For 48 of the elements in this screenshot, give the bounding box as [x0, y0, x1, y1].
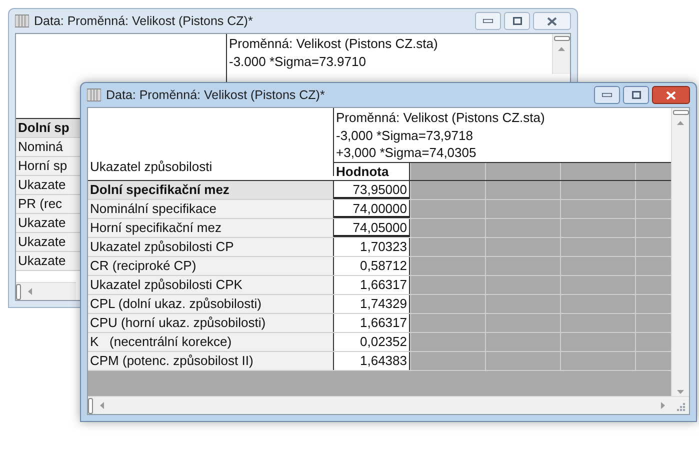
- scrollbar-thumb[interactable]: [88, 398, 93, 414]
- column-header: Hodnota: [334, 162, 410, 180]
- row-label: Ukazatel způsobilosti CP: [88, 238, 334, 256]
- row-label: CR (reciproké CP): [88, 256, 334, 274]
- row-label: Ukazatel způsobilosti CPK: [88, 276, 334, 294]
- horizontal-scrollbar[interactable]: [88, 396, 689, 414]
- resize-grip-icon[interactable]: [675, 400, 685, 410]
- spreadsheet-icon: [15, 14, 29, 28]
- window-title: Data: Proměnná: Velikost (Pistons CZ)*: [34, 12, 253, 30]
- row-label: Horní specifikační mez: [88, 218, 334, 236]
- scroll-left-icon[interactable]: [100, 402, 104, 409]
- maximize-icon: [512, 17, 522, 25]
- scroll-right-icon[interactable]: [661, 402, 665, 409]
- row-label: CPM (potenc. způsobilost II): [88, 352, 334, 370]
- minimize-button[interactable]: [475, 12, 501, 30]
- value-cell: 74,05000: [334, 218, 410, 236]
- minimize-button[interactable]: [594, 86, 620, 104]
- scrollbar-thumb[interactable]: [16, 284, 21, 300]
- minimize-icon: [483, 19, 493, 23]
- close-button[interactable]: [533, 12, 571, 30]
- close-icon: [666, 90, 676, 100]
- close-icon: [547, 16, 557, 26]
- spreadsheet-icon: [87, 88, 101, 102]
- scrollbar-thumb[interactable]: [554, 36, 570, 41]
- scroll-down-icon[interactable]: [677, 390, 684, 394]
- scroll-up-icon[interactable]: [558, 47, 565, 51]
- row-label: Nominální specifikace: [88, 200, 334, 218]
- scroll-left-icon[interactable]: [28, 288, 32, 295]
- row-label: CPU (horní ukaz. způsobilosti): [88, 314, 334, 332]
- vertical-scrollbar[interactable]: [671, 108, 689, 396]
- maximize-button[interactable]: [504, 12, 530, 30]
- close-button[interactable]: [652, 86, 690, 104]
- maximize-icon: [632, 91, 640, 99]
- scrollbar-thumb[interactable]: [672, 110, 688, 115]
- table-caption: Proměnná: Velikost (Pistons CZ.sta) -3.000 *Sigma=73.9710: [228, 35, 439, 70]
- row-label: CPL (dolní ukaz. způsobilosti): [88, 294, 334, 312]
- value-cell: 73,95000: [334, 180, 410, 198]
- column-header: Ukazatel způsobilosti: [89, 158, 214, 176]
- table-caption: Proměnná: Velikost (Pistons CZ.sta) -3,000 *Sigma=73,9718 +3,000 *Sigma=74,0305: [335, 109, 546, 162]
- row-label: K (necentrální korekce): [88, 332, 334, 350]
- maximize-button[interactable]: [623, 86, 649, 104]
- scroll-up-icon[interactable]: [677, 121, 684, 125]
- value-cell: 74,00000: [334, 200, 410, 218]
- window-title: Data: Proměnná: Velikost (Pistons CZ)*: [106, 86, 325, 104]
- vertical-scrollbar[interactable]: [552, 34, 570, 74]
- minimize-icon: [602, 93, 612, 97]
- horizontal-scrollbar[interactable]: [16, 282, 76, 300]
- row-label: Dolní specifikační mez: [88, 180, 334, 198]
